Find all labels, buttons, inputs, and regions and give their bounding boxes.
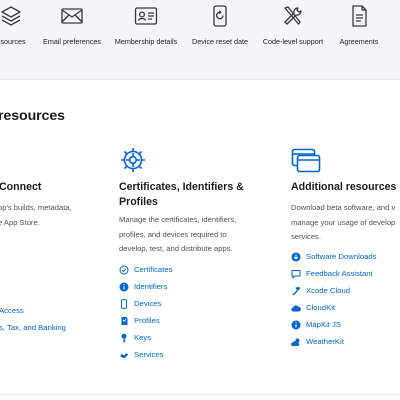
section-title: resources [0, 108, 65, 124]
desc-line: develop, test, and distribute apps. [119, 244, 233, 253]
tile-label: Email preferences [43, 37, 101, 46]
download-icon [291, 252, 301, 261]
device-icon [121, 298, 127, 309]
title-line: Certificates, Identifiers & [119, 181, 244, 193]
link-label: Services [134, 350, 164, 359]
key-icon [121, 333, 127, 342]
additional-resources-links: Software Downloads Feedback Assistant Xc… [291, 248, 377, 350]
link-label: Profiles [134, 316, 160, 325]
feedback-icon [291, 269, 301, 279]
link-cloudkit[interactable]: CloudKit [291, 299, 377, 316]
link-label: Keys [134, 333, 152, 342]
cloud-icon [291, 304, 301, 312]
tile-agreements[interactable]: Agreements [317, 4, 400, 48]
desc-line: Manage the certificates, identifiers, [119, 215, 237, 224]
info-icon [291, 320, 301, 329]
link-label: Certificates [134, 265, 173, 274]
certificate-icon [119, 265, 129, 274]
tile-label: esources [0, 37, 26, 46]
link-weatherkit[interactable]: WeatherKit [291, 333, 377, 350]
envelope-icon [61, 8, 83, 24]
document-icon [352, 5, 367, 27]
services-icon [120, 352, 128, 358]
link-services[interactable]: Services [119, 346, 172, 363]
link-tax-and-banking[interactable]: s, Tax, and Banking [0, 319, 66, 336]
link-label: WeatherKit [306, 337, 344, 346]
link-profiles[interactable]: Profiles [119, 312, 172, 329]
link-label: MapKit JS [306, 320, 342, 329]
link-label: Devices [134, 299, 162, 308]
certificates-links: Certificates Identifiers Devices Profile… [119, 261, 172, 363]
link-feedback-assistant[interactable]: Feedback Assistant [291, 265, 377, 282]
link-software-downloads[interactable]: Software Downloads [291, 248, 377, 265]
hammer-icon [292, 286, 300, 295]
desc-line: manage your usage of develop [291, 217, 396, 227]
weather-icon [291, 338, 300, 346]
tile-label: Device reset date [192, 37, 248, 46]
link-label: CloudKit [306, 303, 336, 312]
desc-line: profiles, and devices required to [119, 229, 227, 239]
tools-icon [284, 6, 302, 25]
link-xcode-cloud[interactable]: Xcode Cloud [291, 282, 377, 299]
column-description: Download beta software, and v manage you… [291, 201, 395, 245]
column-title-certificates: Certificates, Identifiers & Profiles [119, 180, 244, 209]
section-divider [0, 79, 400, 80]
profile-icon [121, 316, 128, 325]
desc-line: e App Store. [0, 217, 40, 227]
link-access[interactable]: Access [0, 302, 66, 319]
identifier-icon [119, 282, 129, 291]
title-line: Profiles [119, 195, 158, 208]
footer-divider [0, 394, 400, 395]
tile-label: Agreements [339, 37, 379, 46]
link-label: Access [0, 306, 24, 315]
column-description: pp's builds, metadata, e App Store. [0, 201, 72, 230]
layers-icon [1, 6, 21, 26]
desc-line: Download beta software, and v [291, 203, 396, 212]
link-certificates[interactable]: Certificates [119, 261, 172, 278]
link-mapkit-js[interactable]: MapKit JS [291, 316, 377, 333]
connect-links: Access s, Tax, and Banking [0, 302, 66, 336]
tile-label: Code-level support [262, 37, 324, 46]
link-label: Software Downloads [306, 252, 377, 261]
link-identifiers[interactable]: Identifiers [119, 278, 172, 295]
column-description: Manage the certificates, identifiers, pr… [119, 213, 236, 257]
link-label: Xcode Cloud [306, 286, 351, 295]
device-reset-icon [213, 5, 227, 27]
link-label: Feedback Assistant [306, 269, 373, 278]
tile-label: Membership details [114, 37, 178, 46]
column-title-connect: Connect [0, 181, 42, 193]
column-title-additional-resources: Additional resources [291, 181, 397, 193]
tile-email-preferences[interactable]: Email preferences [30, 4, 114, 48]
link-devices[interactable]: Devices [119, 295, 172, 312]
gear-icon [121, 148, 145, 172]
tile-membership-details[interactable]: Membership details [104, 4, 188, 48]
desc-line: pp's builds, metadata, [0, 203, 72, 212]
tile-device-reset-date[interactable]: Device reset date [178, 4, 262, 48]
link-keys[interactable]: Keys [119, 329, 172, 346]
windows-icon [291, 148, 321, 173]
link-label: s, Tax, and Banking [0, 323, 66, 332]
id-card-icon [134, 7, 158, 25]
link-label: Identifiers [134, 282, 168, 291]
desc-line: services. [291, 232, 321, 241]
